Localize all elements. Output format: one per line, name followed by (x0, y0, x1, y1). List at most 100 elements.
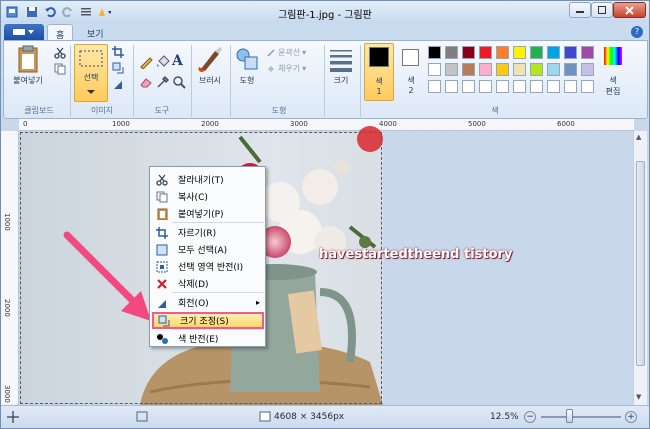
minimize-button[interactable] (569, 2, 591, 18)
color-picker-icon[interactable] (156, 75, 170, 92)
menu-separator (172, 329, 264, 330)
palette-swatch[interactable] (445, 80, 458, 93)
paint-window: 그림판-1.jpg - 그림판 홈 보기 ? 붙여넣기 클립보드 선택 이미지 … (0, 0, 650, 429)
palette-swatch[interactable] (513, 80, 526, 93)
zoom-out-button[interactable]: − (524, 411, 536, 423)
copy-icon[interactable] (54, 63, 66, 78)
select-button[interactable]: 선택 (74, 44, 108, 102)
palette-swatch[interactable] (564, 63, 577, 76)
zoom-in-button[interactable]: + (625, 411, 637, 423)
resize-icon[interactable] (112, 62, 124, 77)
color1-button[interactable]: 색 1 (364, 43, 394, 101)
palette-swatch[interactable] (428, 80, 441, 93)
ruler-tick-label: 1000 (3, 213, 11, 231)
tab-view[interactable]: 보기 (79, 24, 112, 41)
palette-swatch[interactable] (496, 63, 509, 76)
context-menu-item[interactable]: 회전(O) ▸ (152, 294, 264, 311)
palette-swatch[interactable] (581, 63, 594, 76)
submenu-arrow-icon: ▸ (255, 298, 260, 307)
crop-icon[interactable] (112, 46, 124, 61)
context-menu-item[interactable]: 붙여넣기(P) (152, 205, 264, 222)
context-menu-item[interactable]: 자르기(R) (152, 224, 264, 241)
select-label: 선택 (83, 73, 99, 82)
shapes-button[interactable]: 도형 (234, 45, 262, 101)
pointer-arrow (63, 231, 151, 321)
palette-swatch[interactable] (564, 80, 577, 93)
ruler-tick-label: 4000 (379, 120, 397, 128)
color2-button[interactable]: 색 2 (398, 43, 424, 101)
palette-swatch[interactable] (462, 46, 475, 59)
palette-swatch[interactable] (479, 80, 492, 93)
image-size-icon (259, 411, 271, 422)
context-menu-item[interactable]: 색 반전(E) (152, 330, 264, 347)
palette-swatch[interactable] (462, 63, 475, 76)
ruler-tick-label: 0 (23, 120, 28, 128)
size-label: 크기 (333, 76, 349, 85)
palette-swatch[interactable] (530, 46, 543, 59)
zoom-slider-track[interactable] (541, 416, 621, 418)
fill-icon[interactable] (156, 55, 170, 72)
palette-swatch[interactable] (496, 80, 509, 93)
context-menu-item-label: 모두 선택(A) (178, 246, 228, 256)
palette-swatch[interactable] (479, 46, 492, 59)
menu-separator (172, 222, 264, 223)
palette-swatch[interactable] (445, 63, 458, 76)
palette-swatch[interactable] (428, 46, 441, 59)
pencil-icon[interactable] (139, 55, 153, 72)
ruler-tick-label: 6000 (557, 120, 575, 128)
outline-dropdown[interactable]: 윤곽선 ▾ (266, 47, 306, 58)
palette-swatch[interactable] (581, 80, 594, 93)
file-menu-button[interactable] (4, 24, 44, 40)
close-button[interactable] (613, 2, 646, 18)
rotate-icon[interactable] (112, 78, 124, 93)
palette-swatch[interactable] (547, 63, 560, 76)
help-icon[interactable]: ? (631, 26, 643, 38)
eraser-icon[interactable] (139, 75, 153, 92)
paste-button[interactable]: 붙여넣기 (12, 45, 44, 89)
outline-label: 윤곽선 (278, 48, 301, 57)
palette-swatch[interactable] (513, 63, 526, 76)
palette-swatch[interactable] (496, 46, 509, 59)
copy-icon (154, 189, 170, 205)
palette-swatch[interactable] (547, 46, 560, 59)
size-button[interactable]: 크기 (328, 45, 356, 101)
magnifier-icon[interactable] (172, 75, 186, 92)
context-menu-item[interactable]: 모두 선택(A) (152, 241, 264, 258)
palette-swatch[interactable] (530, 80, 543, 93)
zoom-slider-thumb[interactable] (566, 409, 573, 423)
palette-swatch[interactable] (564, 46, 577, 59)
color1-number: 1 (376, 87, 382, 96)
clipboard-group-label: 클립보드 (24, 106, 54, 115)
window-title: 그림판-1.jpg - 그림판 (278, 10, 372, 21)
context-menu-item[interactable]: 복사(C) (152, 188, 264, 205)
palette-swatch[interactable] (530, 63, 543, 76)
palette-swatch[interactable] (581, 46, 594, 59)
shapes-group-label: 도형 (271, 106, 287, 115)
scroll-thumb[interactable] (636, 161, 645, 366)
vertical-scrollbar[interactable]: ▲ ▼ (633, 131, 647, 405)
crop-icon (154, 225, 170, 241)
fill-dropdown[interactable]: 채우기 ▾ (266, 63, 306, 74)
palette-swatch[interactable] (479, 63, 492, 76)
scroll-down-icon[interactable]: ▼ (636, 393, 641, 401)
tab-home[interactable]: 홈 (47, 24, 74, 41)
edit-colors-button[interactable]: 색 편집 (598, 45, 626, 103)
context-menu-item-label: 잘라내기(T) (178, 176, 224, 186)
colors-group-label: 색 (491, 106, 499, 115)
context-menu-item[interactable]: 선택 영역 반전(I) (152, 258, 264, 275)
maximize-button[interactable] (591, 2, 613, 18)
context-menu-item[interactable]: 잘라내기(T) (152, 171, 264, 188)
palette-swatch[interactable] (445, 46, 458, 59)
brushes-button[interactable]: 브러시 (195, 45, 227, 101)
context-menu-item[interactable]: 삭제(D) (152, 275, 264, 292)
palette-swatch[interactable] (462, 80, 475, 93)
text-tool-icon[interactable]: A (172, 53, 183, 69)
palette-swatch[interactable] (428, 63, 441, 76)
scroll-up-icon[interactable]: ▲ (636, 133, 641, 141)
cut-icon[interactable] (54, 47, 66, 62)
palette-swatch[interactable] (547, 80, 560, 93)
image-group-label: 이미지 (90, 106, 114, 115)
rainbow-icon (604, 47, 622, 65)
context-menu-item[interactable]: 크기 조정(S) (152, 312, 264, 329)
palette-swatch[interactable] (513, 46, 526, 59)
